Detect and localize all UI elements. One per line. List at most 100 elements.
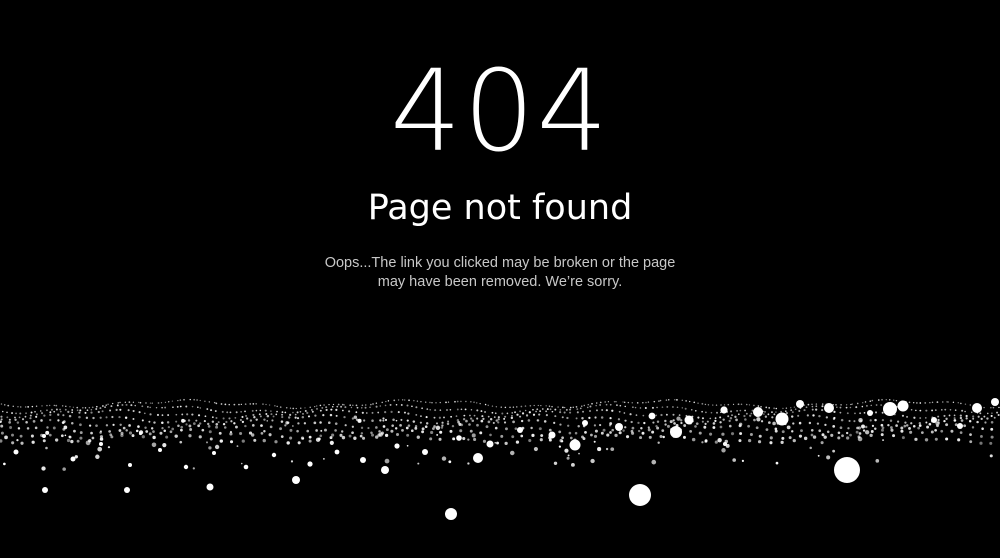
particle-dot <box>796 400 804 408</box>
particle-dot <box>19 412 22 415</box>
particle-dot <box>672 419 675 422</box>
particle-dot <box>792 422 795 425</box>
particle-dot <box>45 446 48 450</box>
particle-dot <box>890 428 894 432</box>
particle-dot <box>959 431 963 434</box>
particle-dot <box>105 424 109 427</box>
particle-dot <box>763 413 765 415</box>
particle-dot <box>895 399 898 402</box>
particle-dot <box>716 411 718 414</box>
particle-dot <box>681 399 683 401</box>
particle-dot <box>452 437 456 441</box>
particle-dot <box>623 401 626 404</box>
particle-dot <box>334 422 338 425</box>
particle-dot <box>676 406 679 409</box>
particle-dot <box>569 408 572 411</box>
particle-dot <box>560 440 564 443</box>
particle-dot <box>880 423 884 427</box>
particle-dot <box>930 430 934 434</box>
particle-dot <box>723 404 726 406</box>
particle-dot <box>824 423 827 427</box>
particle-dot <box>8 418 11 421</box>
particle-dot <box>482 417 485 421</box>
particle-dot <box>295 407 297 410</box>
particle-dot <box>459 429 463 433</box>
particle-dot <box>414 426 418 430</box>
particle-dot <box>40 419 43 422</box>
particle-dot <box>193 398 195 401</box>
particle-dot <box>169 430 173 434</box>
particle-dot <box>11 433 14 437</box>
particle-dot <box>714 419 717 423</box>
particle-dot <box>769 436 773 440</box>
particle-dot <box>520 434 524 438</box>
particle-dot <box>438 437 442 441</box>
particle-dot <box>551 405 553 408</box>
particle-dot <box>916 402 918 404</box>
particle-dot <box>13 449 19 455</box>
particle-dot <box>940 429 944 433</box>
particle-dot <box>504 415 507 418</box>
particle-dot <box>99 416 102 419</box>
particle-dot <box>771 411 773 414</box>
particle-dot <box>48 404 51 407</box>
particle-dot <box>559 411 562 414</box>
particle-dot <box>279 427 282 431</box>
particle-dot <box>128 401 131 403</box>
particle-dot <box>229 411 232 414</box>
particle-dot <box>175 420 178 423</box>
particle-dot <box>972 403 982 413</box>
particle-dot <box>749 414 752 417</box>
particle-dot <box>371 419 374 422</box>
particle-dot <box>570 462 575 467</box>
particle-dot <box>514 427 518 431</box>
particle-dot <box>775 411 777 413</box>
particle-dot <box>942 401 944 403</box>
particle-dot <box>760 405 762 408</box>
particle-dot <box>167 414 170 417</box>
particle-dot <box>624 426 627 429</box>
particle-dot <box>167 426 170 429</box>
particle-dot <box>497 418 500 421</box>
particle-dot <box>157 402 160 404</box>
particle-dot <box>871 399 874 402</box>
particle-dot <box>494 426 498 430</box>
particle-dot <box>340 405 343 408</box>
particle-dot <box>594 429 598 433</box>
particle-dot <box>509 406 511 409</box>
particle-dot <box>991 412 993 414</box>
particle-dot <box>767 413 770 416</box>
particle-dot <box>315 437 321 442</box>
particle-dot <box>539 410 542 413</box>
particle-dot <box>268 433 272 437</box>
particle-dot <box>350 406 353 409</box>
particle-dot <box>340 430 344 433</box>
particle-dot <box>284 411 287 414</box>
particle-dot <box>244 410 246 413</box>
particle-dot <box>185 423 188 426</box>
particle-dot <box>600 416 604 419</box>
particle-dot <box>226 411 229 414</box>
particle-dot <box>943 414 946 417</box>
particle-dot <box>230 440 234 444</box>
particle-dot <box>885 399 887 401</box>
particle-dot <box>465 400 467 403</box>
particle-dot <box>441 456 447 461</box>
particle-dot <box>863 411 866 414</box>
particle-dot <box>622 429 625 432</box>
particle-dot <box>313 421 317 425</box>
particle-dot <box>611 409 614 412</box>
particle-dot <box>0 431 4 435</box>
particle-dot <box>593 440 596 443</box>
particle-dot <box>473 453 483 463</box>
particle-dot <box>451 424 455 428</box>
particle-dot <box>224 403 227 406</box>
particle-dot <box>85 440 91 446</box>
particle-dot <box>773 413 776 416</box>
particle-dot <box>714 440 718 444</box>
particle-dot <box>520 419 524 423</box>
particle-dot <box>9 426 13 429</box>
particle-dot <box>721 448 726 453</box>
particle-dot <box>306 429 310 433</box>
particle-dot <box>755 426 759 430</box>
